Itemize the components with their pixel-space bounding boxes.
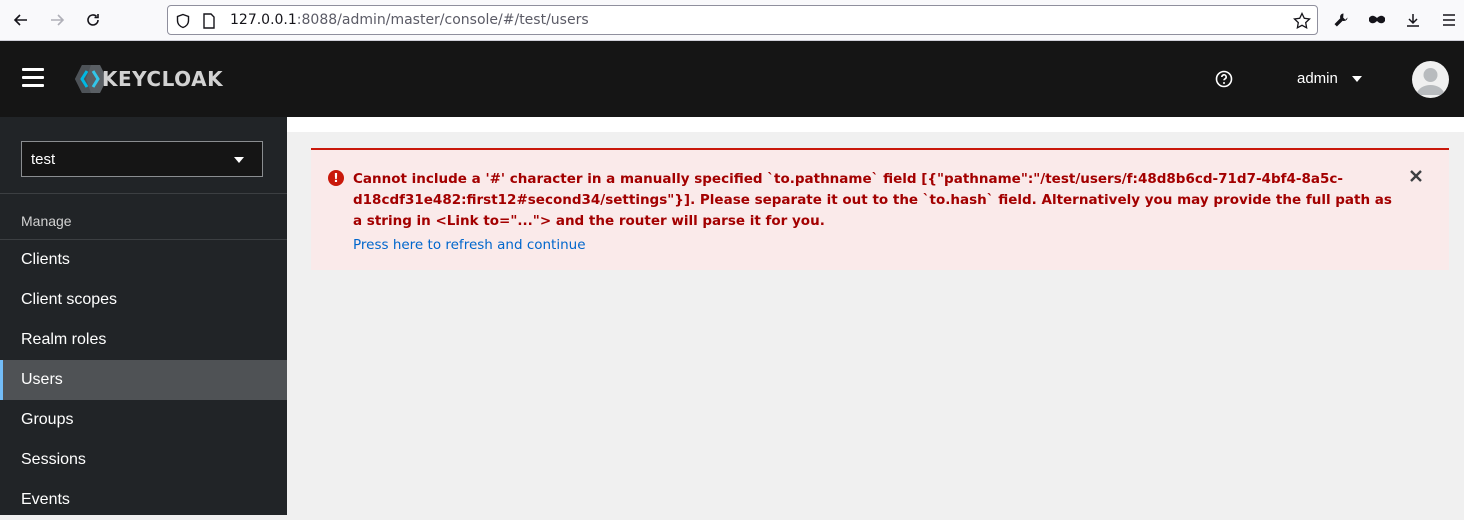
sidebar-item-clients[interactable]: Clients — [0, 240, 287, 280]
close-icon[interactable] — [1409, 168, 1423, 182]
shield-icon[interactable] — [174, 12, 192, 30]
sidebar-item-users[interactable]: Users — [0, 360, 287, 400]
url-host: 127.0.0.1 — [230, 12, 297, 28]
sidebar-item-events[interactable]: Events — [0, 480, 287, 520]
exclamation-circle-icon: ! — [328, 170, 344, 186]
help-icon[interactable] — [1215, 70, 1233, 88]
wrench-icon[interactable] — [1329, 8, 1353, 32]
sidebar-item-sessions[interactable]: Sessions — [0, 440, 287, 480]
page-icon[interactable] — [200, 12, 218, 30]
url-bar[interactable]: 127.0.0.1:8088/admin/master/console/#/te… — [167, 5, 1318, 35]
sidebar: test Manage Clients Client scopes Realm … — [0, 117, 287, 515]
caret-down-icon — [1351, 75, 1362, 82]
bookmark-star-icon[interactable] — [1293, 12, 1311, 30]
hamburger-menu-icon[interactable] — [22, 68, 44, 88]
url-text: 127.0.0.1:8088/admin/master/console/#/te… — [230, 12, 589, 28]
page-header-strip — [287, 117, 1464, 132]
sidebar-item-client-scopes[interactable]: Client scopes — [0, 280, 287, 320]
keycloak-logo[interactable]: KEYCLOAK — [74, 63, 223, 95]
menu-icon[interactable] — [1437, 8, 1461, 32]
masthead: KEYCLOAK admin — [0, 41, 1464, 117]
sidebar-item-realm-roles[interactable]: Realm roles — [0, 320, 287, 360]
user-name: admin — [1297, 70, 1338, 87]
download-icon[interactable] — [1401, 8, 1425, 32]
browser-toolbar: 127.0.0.1:8088/admin/master/console/#/te… — [0, 0, 1464, 41]
forward-icon[interactable] — [45, 8, 69, 32]
realm-name: test — [31, 150, 56, 168]
logo-text: KEYCLOAK — [102, 67, 224, 91]
sidebar-item-groups[interactable]: Groups — [0, 400, 287, 440]
back-icon[interactable] — [9, 8, 33, 32]
url-path: :8088/admin/master/console/#/test/users — [296, 12, 589, 28]
sidebar-divider — [0, 193, 287, 194]
avatar[interactable] — [1412, 61, 1449, 98]
caret-down-icon — [234, 157, 244, 163]
alert-title: Cannot include a '#' character in a manu… — [353, 171, 1392, 229]
realm-selector[interactable]: test — [21, 141, 263, 177]
sidebar-section-label: Manage — [21, 213, 72, 229]
private-mask-icon[interactable] — [1365, 8, 1389, 32]
refresh-link[interactable]: Press here to refresh and continue — [353, 237, 586, 253]
error-alert: ! Cannot include a '#' character in a ma… — [311, 148, 1449, 270]
user-dropdown[interactable]: admin — [1297, 70, 1362, 87]
reload-icon[interactable] — [81, 8, 105, 32]
